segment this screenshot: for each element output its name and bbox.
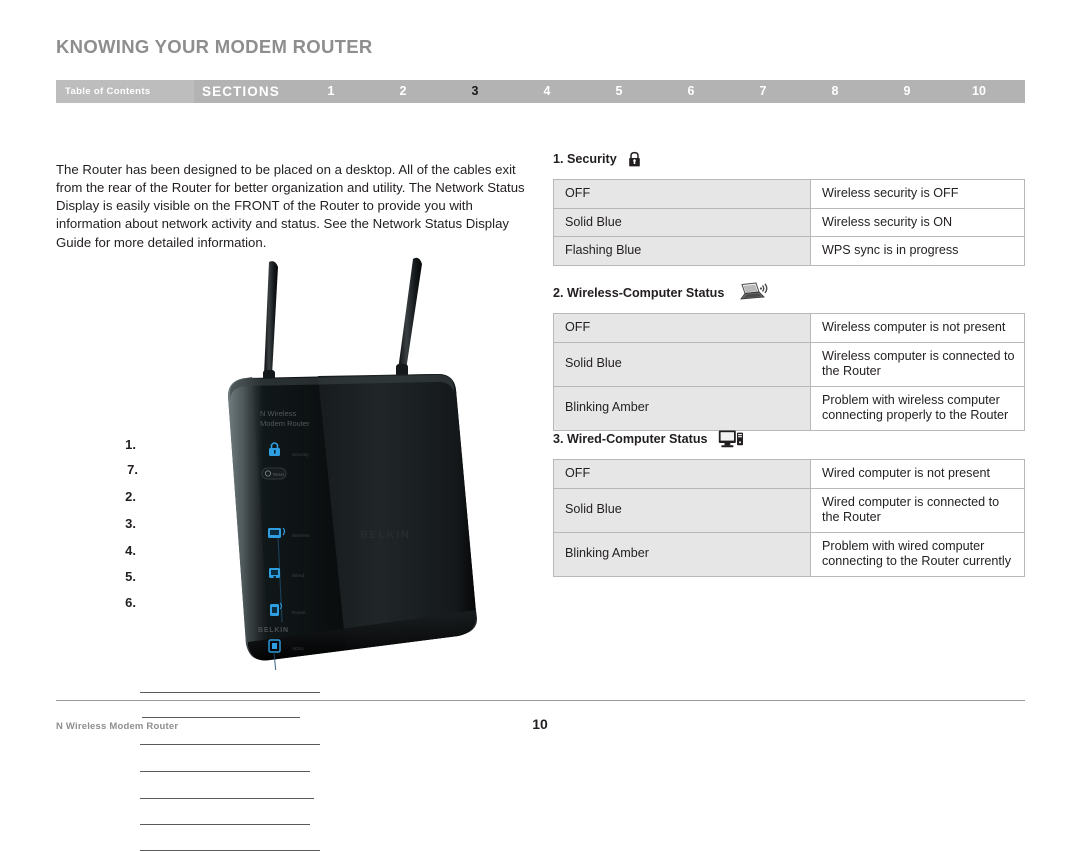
nav-section-2[interactable]: 2 [388,80,418,103]
table-row: Blinking Amber Problem with wireless com… [553,385,1025,431]
reset-button: Reset [261,467,287,480]
description-cell: Wireless security is OFF [810,179,1025,209]
state-cell: OFF [553,459,811,489]
table-row: OFF Wired computer is not present [553,459,1025,489]
leader-line-5 [140,824,310,825]
description-cell: Wired computer is not present [810,459,1025,489]
leader-line-2 [140,744,320,745]
sections-label: SECTIONS [202,84,280,99]
state-cell: OFF [553,313,811,343]
status-section-wired-computer-title: 3. Wired-Computer Status [553,432,708,446]
state-cell: Blinking Amber [553,531,811,577]
padlock-icon [627,151,642,168]
callout-5: 5. [125,569,136,584]
antenna-right [396,257,422,378]
table-row: Blinking Amber Problem with wired comput… [553,531,1025,577]
description-cell: Wired computer is connected to the Route… [810,487,1025,533]
status-section-wireless-computer: 2. Wireless-Computer Status OFF Wireless… [553,282,1025,431]
desktop-computer-icon [718,429,744,449]
brand-logo-large: BELKIN [360,529,411,541]
nav-section-9[interactable]: 9 [892,80,922,103]
nav-section-8[interactable]: 8 [820,80,850,103]
status-section-wireless-computer-heading: 2. Wireless-Computer Status [553,282,1025,304]
nav-section-6[interactable]: 6 [676,80,706,103]
status-section-security: 1. Security OFF Wireless security is OFF… [553,148,1025,266]
callout-7: 7. [127,462,138,477]
svg-text:ADSL: ADSL [292,646,304,651]
state-cell: Blinking Amber [553,385,811,431]
state-cell: OFF [553,179,811,209]
page-title: Knowing your Modem Router [56,36,373,57]
table-row: Flashing Blue WPS sync is in progress [553,236,1025,266]
device-model-line1: N Wireless [260,409,297,418]
description-cell: Problem with wired computer connecting t… [810,531,1025,577]
status-section-security-heading: 1. Security [553,148,1025,170]
wired-computer-status-table: OFF Wired computer is not present Solid … [553,459,1025,577]
wireless-computer-status-table: OFF Wireless computer is not present Sol… [553,313,1025,431]
description-cell: Wireless security is ON [810,207,1025,237]
nav-section-1[interactable]: 1 [316,80,346,103]
device-model-line2: Modem Router [260,419,310,428]
laptop-wifi-icon [734,282,770,304]
security-status-table: OFF Wireless security is OFF Solid Blue … [553,179,1025,266]
table-row: OFF Wireless computer is not present [553,313,1025,343]
nav-section-4[interactable]: 4 [532,80,562,103]
svg-text:Wired: Wired [292,573,304,578]
brand-logo-small: BELKIN [258,627,289,634]
table-row: Solid Blue Wireless computer is connecte… [553,341,1025,387]
state-cell: Solid Blue [553,487,811,533]
callout-4: 4. [125,543,136,558]
leader-line-3 [140,771,310,772]
antenna-left [263,261,278,384]
callout-1: 1. [125,437,136,452]
callout-6: 6. [125,595,136,610]
table-row: Solid Blue Wired computer is connected t… [553,487,1025,533]
table-of-contents-label: Table of Contents [65,86,151,97]
section-nav-bar: Table of Contents SECTIONS 1 2 3 4 5 6 7… [56,80,1025,103]
state-cell: Flashing Blue [553,236,811,266]
table-row: OFF Wireless security is OFF [553,179,1025,209]
table-of-contents-link[interactable]: Table of Contents [56,80,194,103]
callout-2: 2. [125,489,136,504]
nav-section-10[interactable]: 10 [964,80,994,103]
router-figure: N Wireless Modem Router Security Reset W… [100,250,530,851]
description-cell: WPS sync is in progress [810,236,1025,266]
table-row: Solid Blue Wireless security is ON [553,207,1025,237]
svg-text:Reset: Reset [273,472,285,477]
status-section-security-title: 1. Security [553,152,617,166]
callout-3: 3. [125,516,136,531]
footer-page-number: 10 [532,716,548,732]
svg-text:Wireless: Wireless [292,533,310,538]
svg-text:Security: Security [292,452,309,457]
nav-section-7[interactable]: 7 [748,80,778,103]
footer-divider [56,700,1025,701]
description-cell: Wireless computer is connected to the Ro… [810,341,1025,387]
intro-paragraph: The Router has been designed to be place… [56,162,525,250]
nav-section-5[interactable]: 5 [604,80,634,103]
description-cell: Problem with wireless computer connectin… [810,385,1025,431]
nav-section-3[interactable]: 3 [460,80,490,103]
led-wired-computer [269,568,280,578]
status-section-wireless-computer-title: 2. Wireless-Computer Status [553,286,725,300]
svg-text:Router: Router [292,610,306,615]
status-section-wired-computer: 3. Wired-Computer Status OFF Wired compu… [553,428,1025,577]
leader-line-1 [140,692,320,693]
leader-line-4 [140,798,314,799]
router-device-image: N Wireless Modem Router Security Reset W… [228,257,478,670]
state-cell: Solid Blue [553,341,811,387]
state-cell: Solid Blue [553,207,811,237]
description-cell: Wireless computer is not present [810,313,1025,343]
status-section-wired-computer-heading: 3. Wired-Computer Status [553,428,1025,450]
